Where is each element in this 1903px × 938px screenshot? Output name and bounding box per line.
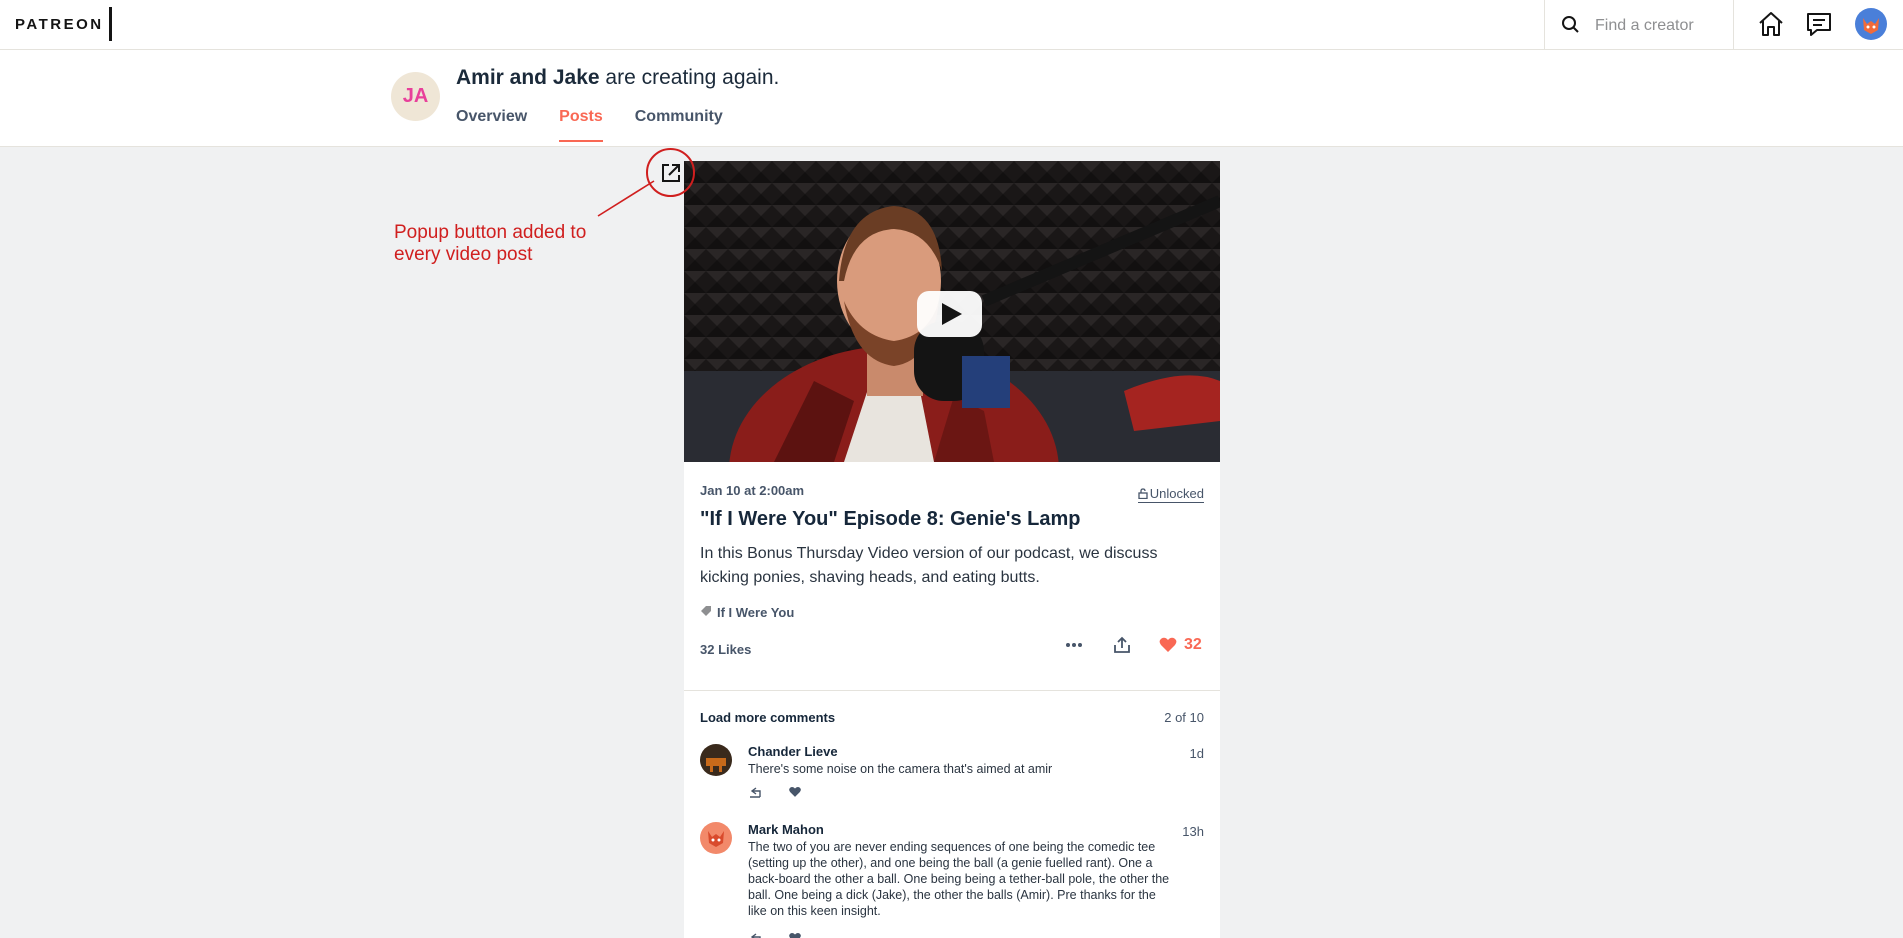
annotation-text: Popup button added to every video post [394, 222, 587, 265]
search-box[interactable]: Find a creator [1544, 0, 1734, 49]
post-body: In this Bonus Thursday Video version of … [700, 545, 1158, 586]
comment-text: There's some noise on the camera that's … [748, 762, 1053, 776]
post-tag[interactable]: If I Were You [700, 605, 794, 620]
post-date: Jan 10 at 2:00am [700, 483, 805, 498]
post-tag-label: If I Were You [717, 605, 795, 620]
comment-time: 13h [1182, 824, 1204, 839]
comment-time: 1d [1189, 746, 1204, 761]
share-icon[interactable] [1112, 635, 1132, 655]
messages-icon[interactable] [1805, 10, 1833, 38]
comment-author[interactable]: Mark Mahon [748, 822, 824, 837]
comments-pager: 2 of 10 [1164, 710, 1204, 725]
post-title[interactable]: "If I Were You" Episode 8: Genie's Lamp [700, 508, 1080, 531]
user-avatar[interactable] [1855, 8, 1887, 40]
annotation-arrow [597, 180, 655, 217]
divider [684, 690, 1220, 691]
reply-icon[interactable] [748, 931, 762, 938]
more-options-icon[interactable] [1064, 635, 1084, 655]
unlocked-label: Unlocked [1149, 486, 1204, 501]
commenter-avatar[interactable] [700, 822, 732, 854]
post-card: Jan 10 at 2:00am Unlocked "If I Were You… [684, 161, 1220, 938]
home-icon[interactable] [1757, 10, 1785, 38]
comment: Mark Mahon 13h The two of you are never … [700, 822, 1204, 938]
comment: Chander Lieve 1d There's some noise on t… [700, 744, 1204, 814]
comment-author[interactable]: Chander Lieve [748, 744, 838, 759]
video-player[interactable] [684, 161, 1220, 462]
comment-like-icon[interactable] [788, 931, 802, 938]
comment-text: The two of you are never ending sequence… [748, 840, 1170, 918]
comment-like-icon[interactable] [788, 785, 802, 799]
unlocked-badge[interactable]: Unlocked [1137, 486, 1204, 503]
play-button[interactable] [917, 291, 982, 337]
search-icon [1562, 16, 1579, 33]
unlock-icon [1138, 488, 1148, 500]
load-more-comments[interactable]: Load more comments [700, 710, 835, 725]
commenter-avatar[interactable] [700, 744, 732, 776]
heart-icon[interactable] [1158, 635, 1178, 655]
reply-icon[interactable] [748, 785, 762, 799]
search-input[interactable]: Find a creator [1595, 17, 1694, 35]
post-like-count[interactable]: 32 [1184, 636, 1202, 654]
tag-icon [701, 606, 711, 616]
likes-count[interactable]: 32 Likes [700, 642, 751, 657]
